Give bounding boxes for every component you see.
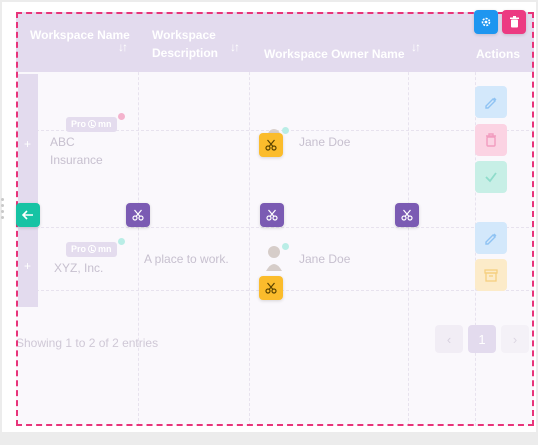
column-header-workspace-description[interactable]: Workspace Description ↓↑ — [138, 12, 250, 72]
move-left-button[interactable] — [16, 203, 40, 227]
row-expander[interactable]: + — [18, 74, 38, 204]
approve-button[interactable] — [475, 161, 507, 193]
scissors-icon — [132, 209, 144, 221]
column-header-label: Workspace Description — [152, 28, 219, 60]
column-header-workspace-owner[interactable]: Workspace Owner Name ↓↑ — [250, 12, 433, 72]
split-column-button[interactable] — [260, 203, 284, 227]
badge-label: Pro — [71, 119, 87, 129]
split-row-button[interactable] — [259, 276, 283, 300]
edit-button[interactable] — [475, 86, 507, 118]
archive-icon — [484, 269, 498, 282]
column-header-label: Actions — [475, 47, 520, 61]
column-header-workspace-name[interactable]: Workspace Name ↓↑ — [16, 12, 138, 72]
gear-icon — [481, 17, 491, 27]
edit-icon — [485, 233, 497, 245]
check-icon — [485, 172, 497, 183]
badge-suffix: mn — [98, 119, 112, 129]
pagination-prev[interactable]: ‹ — [435, 325, 463, 353]
delete-component-button[interactable] — [502, 10, 526, 34]
sort-icon[interactable]: ↓↑ — [118, 38, 128, 56]
edit-button[interactable] — [475, 222, 507, 254]
scissors-icon — [266, 209, 278, 221]
badge-suffix: mn — [98, 244, 112, 254]
guide-line — [249, 12, 250, 426]
sort-icon[interactable]: ↓↑ — [411, 38, 421, 56]
pagination-next[interactable]: › — [501, 325, 529, 353]
plan-badge: Pro mn — [66, 242, 117, 257]
plus-icon[interactable]: + — [24, 259, 31, 273]
status-dot — [118, 238, 125, 245]
split-column-button[interactable] — [126, 203, 150, 227]
workspace-name[interactable]: ABC Insurance — [50, 133, 130, 169]
status-dot — [282, 243, 289, 250]
status-dot — [282, 127, 289, 134]
scissors-icon — [401, 209, 413, 221]
plan-badge: Pro mn — [66, 117, 117, 132]
status-dot — [118, 113, 125, 120]
delete-button[interactable] — [475, 124, 507, 156]
badge-label: Pro — [71, 244, 87, 254]
workspace-owner-name: Jane Doe — [299, 252, 351, 266]
edit-icon — [485, 97, 497, 109]
drag-handle[interactable] — [0, 198, 6, 220]
sort-icon[interactable]: ↓↑ — [230, 38, 240, 56]
clock-icon — [88, 245, 97, 253]
guide-line — [475, 12, 476, 426]
row-expander[interactable]: + — [18, 224, 38, 307]
archive-button[interactable] — [475, 259, 507, 291]
split-column-button[interactable] — [395, 203, 419, 227]
column-header-label: Workspace Owner Name — [264, 47, 405, 61]
trash-icon — [509, 16, 519, 28]
split-row-button[interactable] — [259, 133, 283, 157]
workspace-description: A place to work. — [144, 252, 229, 266]
scissors-icon — [265, 139, 277, 151]
table-header: Workspace Name ↓↑ Workspace Description … — [16, 12, 534, 72]
settings-button[interactable] — [474, 10, 498, 34]
workspace-name[interactable]: XYZ, Inc. — [54, 259, 103, 277]
entries-info: Showing 1 to 2 of 2 entries — [16, 336, 159, 350]
scissors-icon — [265, 282, 277, 294]
clock-icon — [88, 120, 97, 128]
plus-icon[interactable]: + — [24, 137, 31, 151]
trash-icon — [486, 133, 496, 147]
pagination-page-1[interactable]: 1 — [468, 325, 496, 353]
column-header-label: Workspace Name — [30, 28, 130, 42]
workspace-owner-name: Jane Doe — [299, 135, 351, 149]
guide-line — [16, 227, 534, 228]
arrow-left-icon — [22, 210, 33, 220]
